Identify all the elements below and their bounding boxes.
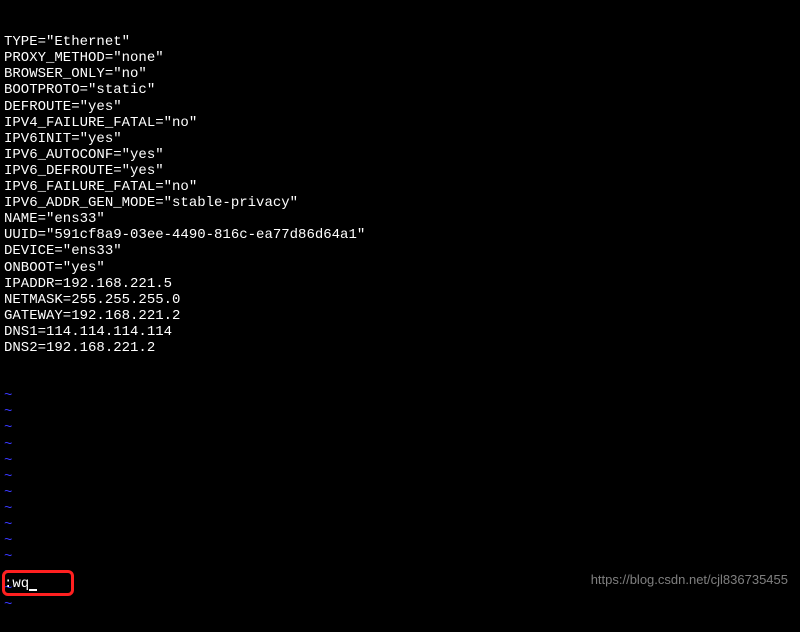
config-line: IPV6_AUTOCONF="yes" xyxy=(4,147,796,163)
command-text: wq xyxy=(12,576,29,592)
config-line: NETMASK=255.255.255.0 xyxy=(4,292,796,308)
config-line: DEVICE="ens33" xyxy=(4,243,796,259)
config-line: GATEWAY=192.168.221.2 xyxy=(4,308,796,324)
config-line: DNS1=114.114.114.114 xyxy=(4,324,796,340)
config-line: PROXY_METHOD="none" xyxy=(4,50,796,66)
vim-tilde-line: ~ xyxy=(4,453,796,469)
config-line: NAME="ens33" xyxy=(4,211,796,227)
vim-tilde-line: ~ xyxy=(4,469,796,485)
config-line: DNS2=192.168.221.2 xyxy=(4,340,796,356)
watermark-text: https://blog.csdn.net/cjl836735455 xyxy=(591,573,788,588)
config-file-content: TYPE="Ethernet"PROXY_METHOD="none"BROWSE… xyxy=(4,34,796,356)
vim-tilde-line: ~ xyxy=(4,517,796,533)
config-line: IPV6_FAILURE_FATAL="no" xyxy=(4,179,796,195)
config-line: BOOTPROTO="static" xyxy=(4,82,796,98)
vim-tilde-line: ~ xyxy=(4,501,796,517)
config-line: ONBOOT="yes" xyxy=(4,260,796,276)
config-line: IPV6INIT="yes" xyxy=(4,131,796,147)
vim-command-line[interactable]: :wq xyxy=(4,576,37,592)
vim-tilde-line: ~ xyxy=(4,485,796,501)
cursor-icon xyxy=(29,589,37,591)
config-line: IPV6_ADDR_GEN_MODE="stable-privacy" xyxy=(4,195,796,211)
vim-tilde-line: ~ xyxy=(4,437,796,453)
config-line: UUID="591cf8a9-03ee-4490-816c-ea77d86d64… xyxy=(4,227,796,243)
config-line: BROWSER_ONLY="no" xyxy=(4,66,796,82)
config-line: IPV4_FAILURE_FATAL="no" xyxy=(4,115,796,131)
vim-tilde-line: ~ xyxy=(4,549,796,565)
config-line: IPADDR=192.168.221.5 xyxy=(4,276,796,292)
config-line: DEFROUTE="yes" xyxy=(4,99,796,115)
vim-tilde-line: ~ xyxy=(4,388,796,404)
vim-tilde-line: ~ xyxy=(4,420,796,436)
vim-tilde-line: ~ xyxy=(4,533,796,549)
config-line: IPV6_DEFROUTE="yes" xyxy=(4,163,796,179)
terminal-screen[interactable]: TYPE="Ethernet"PROXY_METHOD="none"BROWSE… xyxy=(0,0,800,632)
config-line: TYPE="Ethernet" xyxy=(4,34,796,50)
vim-tilde-line: ~ xyxy=(4,404,796,420)
